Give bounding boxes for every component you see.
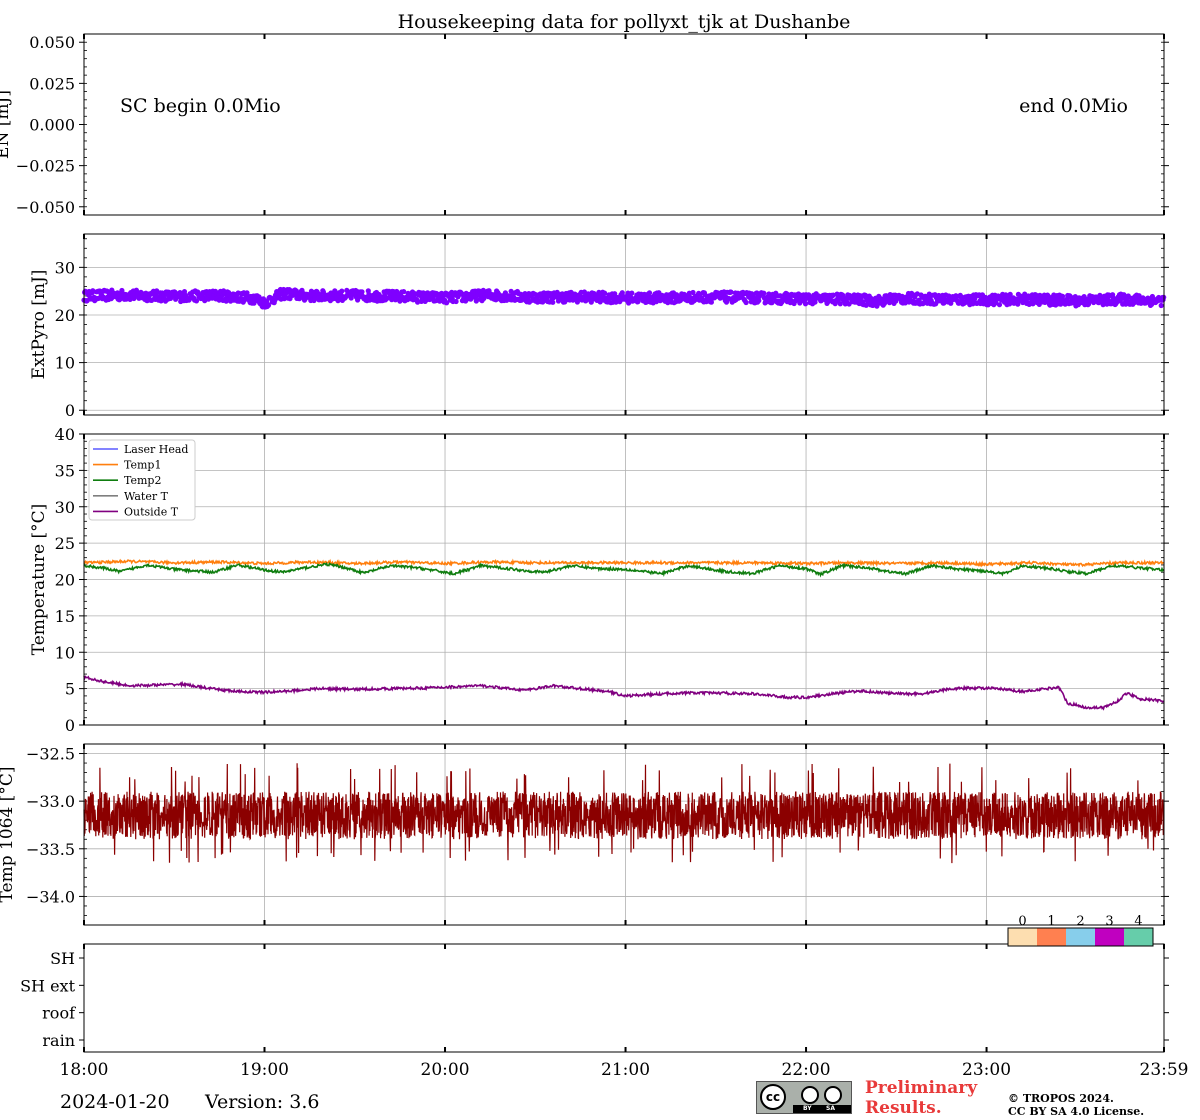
x-tick-label: 20:00 — [421, 1060, 470, 1080]
y-axis-label: ExtPyro [mJ] — [29, 270, 49, 380]
colorbar-tick-label: 4 — [1134, 914, 1142, 929]
pyro-point — [728, 289, 734, 295]
y-tick-label: 20 — [55, 306, 75, 325]
legend-label: Water T — [124, 490, 169, 503]
x-tick-label: 19:00 — [240, 1060, 289, 1080]
y-tick-label: 35 — [55, 461, 75, 480]
colorbar-cell — [1037, 928, 1066, 946]
legend-label: Temp1 — [124, 459, 161, 472]
sc-begin-annotation: SC begin 0.0Mio — [120, 95, 281, 117]
pyro-point — [629, 290, 635, 296]
panel-4: −32.5 −33.0 −33.5 −34.0 Temp 1064 [°C] — [0, 743, 1169, 926]
colorbar-cell — [1095, 928, 1124, 946]
y-tick-label: 15 — [55, 607, 75, 626]
x-tick-label: 23:00 — [962, 1060, 1011, 1080]
legend-label: Laser Head — [124, 443, 188, 456]
y-tick-label: SH ext — [20, 976, 75, 995]
colorbar-tick-label: 1 — [1047, 914, 1055, 929]
colorbar-cell — [1124, 928, 1153, 946]
y-tick-label: −0.025 — [16, 157, 75, 176]
figure-title: Housekeeping data for pollyxt_tjk at Dus… — [398, 11, 851, 33]
panel-2: 0 10 20 30 ExtPyro [mJ] — [29, 233, 1169, 420]
cc-icon: cc — [760, 1084, 786, 1110]
y-tick-label: −0.050 — [16, 198, 75, 217]
y-tick-label: 40 — [55, 425, 75, 444]
share-alike-icon — [824, 1086, 842, 1104]
panel-frame — [83, 33, 1165, 216]
y-tick-label: −34.0 — [26, 887, 75, 906]
colorbar-tick-label: 2 — [1076, 914, 1084, 929]
preliminary-line-1: Preliminary — [865, 1078, 978, 1098]
panel-frame — [83, 943, 1165, 1053]
license-strip: BY SA — [793, 1105, 851, 1113]
legend-label: Temp2 — [124, 474, 161, 487]
x-tick-label: 22:00 — [782, 1060, 831, 1080]
y-tick-label: −33.0 — [26, 792, 75, 811]
y-tick-label: SH — [50, 949, 75, 968]
sc-end-annotation: end 0.0Mio — [1019, 95, 1128, 117]
copyright-line-1: © TROPOS 2024. — [1008, 1092, 1114, 1105]
pyro-point — [339, 288, 345, 294]
y-tick-label: −33.5 — [26, 840, 75, 859]
y-tick-label: −32.5 — [26, 745, 75, 764]
y-tick-label: 20 — [55, 571, 75, 590]
panel-3: Laser Head Temp1 Temp2 Water T Outside T 0 5 10… — [29, 425, 1169, 735]
attribution-icon — [801, 1086, 819, 1104]
legend-label: Outside T — [124, 505, 179, 518]
copyright-line-2: CC BY SA 4.0 License. — [1008, 1105, 1145, 1118]
y-tick-label: 10 — [55, 643, 75, 662]
x-tick-label: 23:59 — [1140, 1060, 1189, 1080]
preliminary-line-2: Results. — [865, 1098, 942, 1118]
y-tick-label: rain — [42, 1031, 75, 1050]
temp1064-series — [83, 763, 1165, 864]
panel-frame — [83, 233, 1165, 416]
housekeeping-figure: Housekeeping data for pollyxt_tjk at Dus… — [0, 11, 1189, 1080]
x-tick-label: 21:00 — [601, 1060, 650, 1080]
y-tick-label: 0.025 — [29, 74, 75, 93]
colorbar-cell — [1008, 928, 1037, 946]
flag-colorbar: 0 1 2 3 4 — [1007, 914, 1154, 947]
y-tick-label: 0.000 — [29, 116, 75, 135]
cc-by-sa-badge[interactable]: cc BY SA — [756, 1081, 852, 1114]
panel-5: SH SH ext roof rain — [20, 943, 1169, 1053]
pyro-point — [550, 299, 556, 305]
legend: Laser Head Temp1 Temp2 Water T Outside T — [88, 439, 196, 521]
pyro-point — [761, 290, 767, 296]
pyro-point — [1158, 302, 1164, 309]
pyro-point — [743, 299, 749, 306]
y-tick-label: 0.050 — [29, 33, 75, 52]
y-axis-label: EN [mJ] — [0, 90, 13, 159]
y-tick-label: 10 — [55, 354, 75, 373]
date-label: 2024-01-20 — [60, 1091, 170, 1113]
colorbar-tick-label: 0 — [1018, 914, 1026, 929]
pyro-point — [996, 302, 1003, 308]
y-axis-label: Temp 1064 [°C] — [0, 767, 17, 903]
panel-1: 0.050 0.025 0.000 −0.025 −0.050 EN [mJ] SC beg… — [0, 33, 1169, 217]
y-tick-label: roof — [42, 1004, 76, 1023]
y-axis-label: Temperature [°C] — [29, 504, 49, 656]
by-label: BY — [803, 1105, 812, 1112]
x-tick-label: 18:00 — [60, 1060, 109, 1080]
copyright-note: © TROPOS 2024. CC BY SA 4.0 License. — [1008, 1092, 1144, 1118]
y-tick-label: 0 — [65, 716, 75, 735]
preliminary-results-note: Preliminary Results. — [865, 1078, 977, 1118]
pyro-point — [802, 301, 809, 307]
y-tick-label: 30 — [55, 498, 75, 517]
y-tick-label: 25 — [55, 534, 75, 553]
y-tick-label: 0 — [65, 401, 75, 420]
version-label: Version: 3.6 — [205, 1091, 320, 1113]
series-temp2 — [83, 561, 1165, 578]
pyro-point — [453, 298, 459, 305]
colorbar-cell — [1066, 928, 1095, 946]
pyro-points — [81, 286, 1167, 310]
series-outside-t — [83, 675, 1165, 711]
y-tick-label: 5 — [65, 680, 75, 699]
y-tick-label: 30 — [55, 258, 75, 277]
colorbar-tick-label: 3 — [1105, 914, 1113, 929]
sa-label: SA — [826, 1105, 835, 1112]
